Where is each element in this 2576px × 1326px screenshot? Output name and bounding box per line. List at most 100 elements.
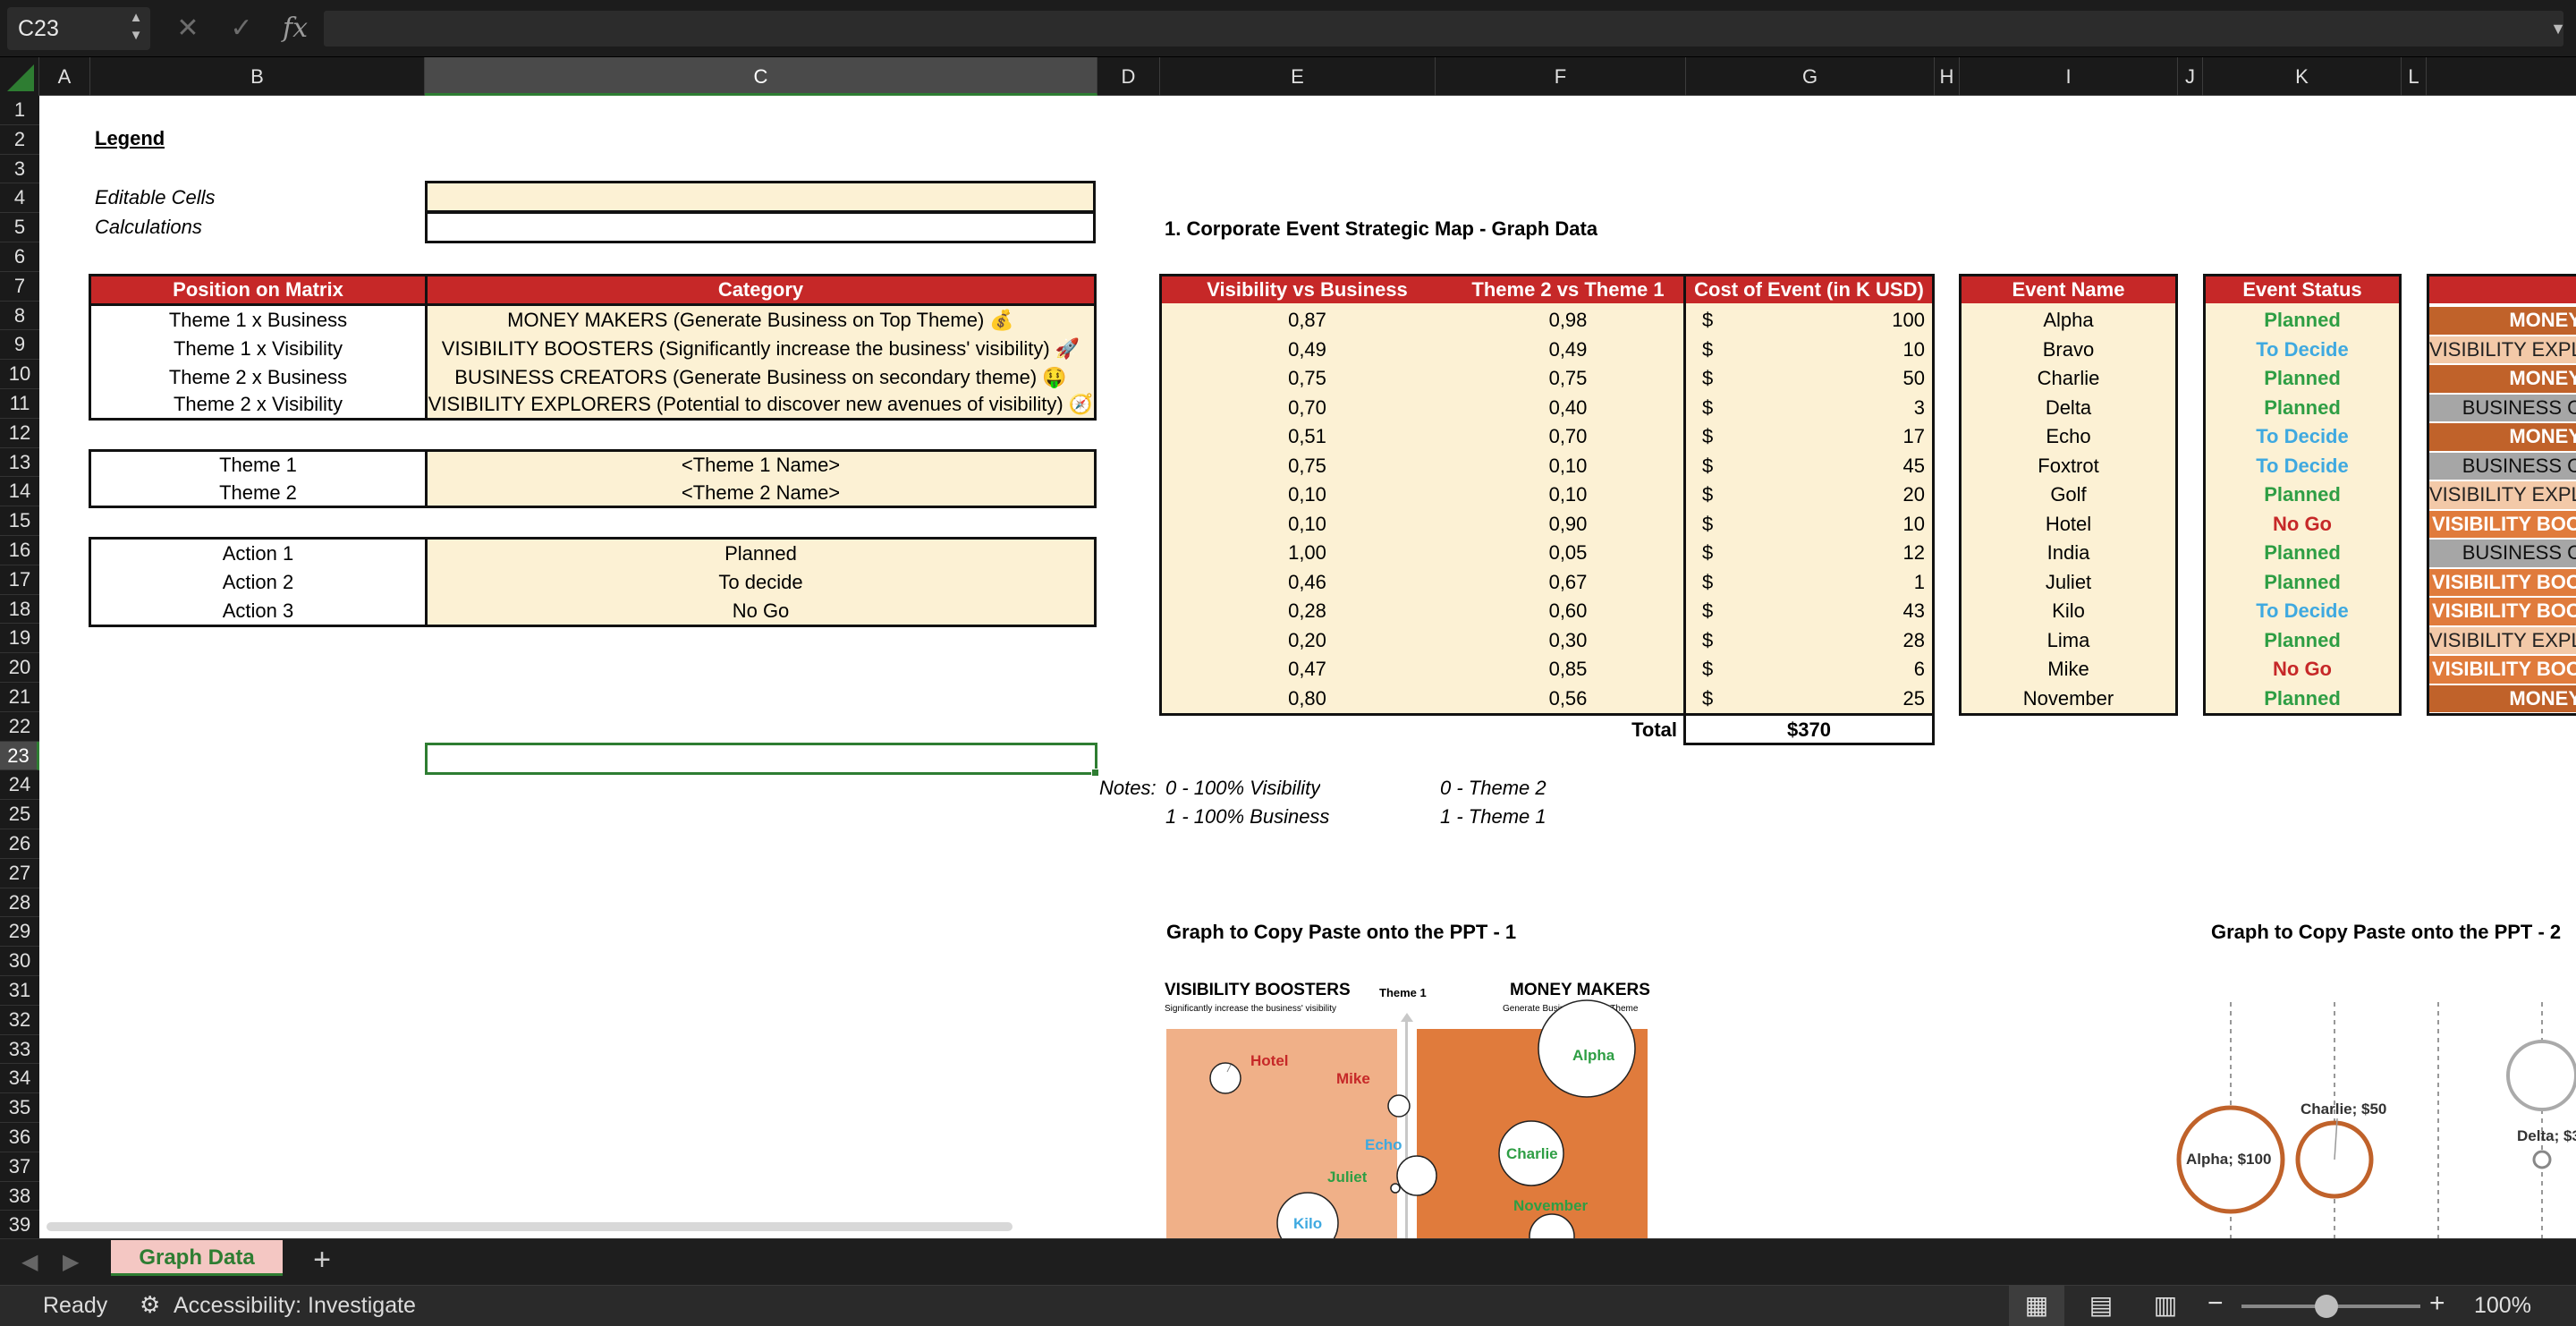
event-cost-cell[interactable]: 25 [1753, 684, 1925, 714]
event-name-cell[interactable]: India [1962, 539, 2175, 568]
row-header-15[interactable]: 15 [0, 506, 39, 536]
event-status-cell[interactable]: Planned [2206, 364, 2399, 394]
select-all-triangle-icon[interactable] [7, 64, 34, 91]
event-name-cell[interactable]: Charlie [1962, 364, 2175, 394]
matrix-position-3[interactable]: Theme 2 x Business [91, 363, 425, 392]
cancel-icon[interactable]: ✕ [170, 9, 206, 48]
function-icon[interactable]: fx [277, 9, 313, 48]
event-visibility-cell[interactable]: 0,87 [1162, 306, 1453, 336]
event-currency-cell[interactable]: $ [1702, 626, 1738, 656]
event-currency-cell[interactable]: $ [1702, 597, 1738, 626]
event-theme-cell[interactable]: 0,90 [1453, 510, 1683, 540]
row-header-3[interactable]: 3 [0, 155, 39, 184]
name-box-stepper-icon[interactable]: ▲ ▼ [125, 9, 147, 48]
column-header-e[interactable]: E [1160, 57, 1436, 96]
event-name-cell[interactable]: Hotel [1962, 510, 2175, 540]
row-header-6[interactable]: 6 [0, 242, 39, 272]
event-visibility-cell[interactable]: 0,75 [1162, 452, 1453, 481]
event-visibility-cell[interactable]: 0,80 [1162, 684, 1453, 714]
add-sheet-button[interactable]: + [304, 1242, 340, 1278]
event-visibility-cell[interactable]: 1,00 [1162, 539, 1453, 568]
row-header-13[interactable]: 13 [0, 448, 39, 478]
row-header-38[interactable]: 38 [0, 1182, 39, 1211]
total-value[interactable]: $370 [1683, 713, 1935, 745]
event-category-cell[interactable]: BUSINESS C [2429, 394, 2576, 421]
event-status-cell[interactable]: Planned [2206, 480, 2399, 510]
event-category-cell[interactable]: VISIBILITY BOO [2429, 598, 2576, 625]
event-name-cell[interactable]: Delta [1962, 394, 2175, 423]
event-theme-cell[interactable]: 0,98 [1453, 306, 1683, 336]
event-visibility-cell[interactable]: 0,10 [1162, 480, 1453, 510]
action-3-value[interactable]: No Go [428, 597, 1094, 625]
column-header-k[interactable]: K [2203, 57, 2402, 96]
column-header-h[interactable]: H [1935, 57, 1960, 96]
column-header-m[interactable] [2427, 57, 2576, 96]
event-status-cell[interactable]: Planned [2206, 684, 2399, 714]
event-name-cell[interactable]: Bravo [1962, 336, 2175, 365]
event-status-cell[interactable]: Planned [2206, 539, 2399, 568]
event-status-cell[interactable]: Planned [2206, 394, 2399, 423]
event-theme-cell[interactable]: 0,10 [1453, 452, 1683, 481]
event-name-cell[interactable]: Alpha [1962, 306, 2175, 336]
row-header-18[interactable]: 18 [0, 595, 39, 625]
event-name-cell[interactable]: Kilo [1962, 597, 2175, 626]
event-theme-cell[interactable]: 0,40 [1453, 394, 1683, 423]
action-3-label[interactable]: Action 3 [91, 597, 425, 625]
event-status-cell[interactable]: To Decide [2206, 422, 2399, 452]
event-theme-cell[interactable]: 0,75 [1453, 364, 1683, 394]
event-currency-cell[interactable]: $ [1702, 539, 1738, 568]
chevron-down-icon[interactable]: ▼ [2547, 11, 2569, 47]
row-header-36[interactable]: 36 [0, 1123, 39, 1152]
formula-input[interactable] [324, 11, 2563, 47]
event-category-cell[interactable]: BUSINESS C [2429, 540, 2576, 567]
row-header-14[interactable]: 14 [0, 477, 39, 507]
event-cost-cell[interactable]: 100 [1753, 306, 1925, 336]
row-header-26[interactable]: 26 [0, 829, 39, 859]
event-currency-cell[interactable]: $ [1702, 452, 1738, 481]
prev-sheet-icon[interactable]: ◀ [21, 1249, 38, 1275]
event-currency-cell[interactable]: $ [1702, 568, 1738, 598]
event-theme-cell[interactable]: 0,70 [1453, 422, 1683, 452]
row-header-9[interactable]: 9 [0, 330, 39, 361]
event-category-cell[interactable]: VISIBILITY EXPL [2429, 626, 2576, 654]
event-status-cell[interactable]: To Decide [2206, 452, 2399, 481]
event-currency-cell[interactable]: $ [1702, 422, 1738, 452]
column-header-j[interactable]: J [2178, 57, 2203, 96]
event-theme-cell[interactable]: 0,49 [1453, 336, 1683, 365]
selected-cell-c23[interactable] [425, 743, 1097, 775]
event-cost-cell[interactable]: 1 [1753, 568, 1925, 598]
matrix-position-2[interactable]: Theme 1 x Visibility [91, 335, 425, 363]
event-theme-cell[interactable]: 0,56 [1453, 684, 1683, 714]
event-cost-cell[interactable]: 17 [1753, 422, 1925, 452]
column-header-b[interactable]: B [90, 57, 425, 96]
zoom-level[interactable]: 100% [2474, 1293, 2531, 1319]
row-header-29[interactable]: 29 [0, 917, 39, 948]
row-header-21[interactable]: 21 [0, 683, 39, 712]
legend-editable-swatch[interactable] [425, 181, 1096, 213]
event-currency-cell[interactable]: $ [1702, 336, 1738, 365]
matrix-category-2[interactable]: VISIBILITY BOOSTERS (Significantly incre… [428, 335, 1094, 363]
action-2-value[interactable]: To decide [428, 568, 1094, 597]
row-header-23[interactable]: 23 [0, 741, 39, 771]
event-cost-cell[interactable]: 10 [1753, 336, 1925, 365]
row-header-32[interactable]: 32 [0, 1006, 39, 1035]
event-status-cell[interactable]: Planned [2206, 626, 2399, 656]
zoom-slider-thumb[interactable] [2315, 1295, 2338, 1318]
event-currency-cell[interactable]: $ [1702, 684, 1738, 714]
row-header-10[interactable]: 10 [0, 360, 39, 389]
action-1-label[interactable]: Action 1 [91, 540, 425, 568]
event-cost-cell[interactable]: 50 [1753, 364, 1925, 394]
event-currency-cell[interactable]: $ [1702, 306, 1738, 336]
event-category-cell[interactable]: VISIBILITY EXPL [2429, 481, 2576, 509]
row-header-4[interactable]: 4 [0, 183, 39, 214]
event-status-cell[interactable]: Planned [2206, 306, 2399, 336]
row-header-8[interactable]: 8 [0, 302, 39, 331]
column-header-d[interactable]: D [1097, 57, 1160, 96]
event-visibility-cell[interactable]: 0,49 [1162, 336, 1453, 365]
graph-1-chart[interactable]: VISIBILITY BOOSTERS Significantly increa… [1163, 975, 1650, 1238]
row-header-19[interactable]: 19 [0, 624, 39, 654]
row-header-22[interactable]: 22 [0, 712, 39, 742]
event-status-cell[interactable]: Planned [2206, 568, 2399, 598]
row-header-34[interactable]: 34 [0, 1064, 39, 1094]
row-header-17[interactable]: 17 [0, 565, 39, 595]
